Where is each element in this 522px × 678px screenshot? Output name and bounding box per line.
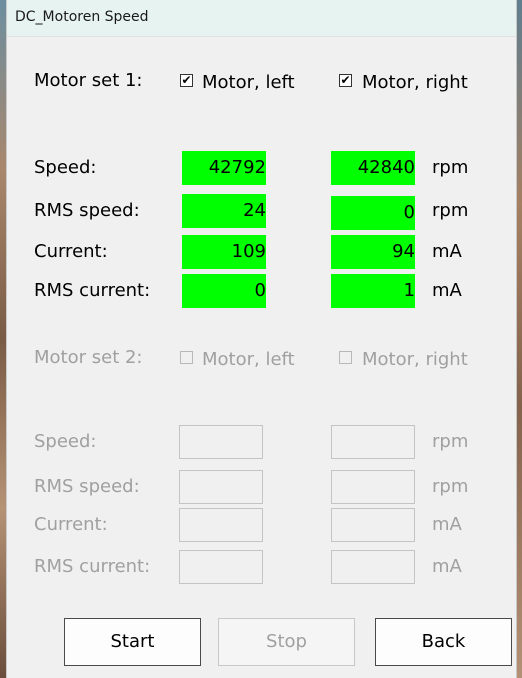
set2-rms-current-label: RMS current:: [34, 556, 151, 577]
set2-current-right-value[interactable]: [331, 508, 415, 542]
window-title: DC_Motoren Speed: [15, 9, 149, 25]
set2-rms-speed-unit: rpm: [432, 476, 469, 497]
current-left-value[interactable]: 109: [182, 235, 266, 269]
speed-label: Speed:: [34, 157, 97, 178]
motor-set-2-left-checkbox[interactable]: [180, 351, 193, 364]
set2-rms-speed-right-value[interactable]: [331, 470, 415, 504]
rms-speed-label: RMS speed:: [34, 200, 140, 221]
current-unit: mA: [432, 241, 462, 262]
set2-current-unit: mA: [432, 514, 462, 535]
start-button[interactable]: Start: [64, 618, 201, 666]
dc-motoren-speed-window: DC_Motoren Speed Motor set 1: ✔ Motor, l…: [6, 0, 517, 678]
set2-speed-label: Speed:: [34, 431, 97, 452]
set2-rms-speed-label: RMS speed:: [34, 476, 140, 497]
set2-rms-current-right-value[interactable]: [331, 550, 415, 584]
motor-set-2-right-checkbox[interactable]: [339, 351, 352, 364]
motor-set-1-right-checkbox[interactable]: ✔: [339, 74, 352, 87]
motor-set-2-label: Motor set 2:: [34, 347, 143, 368]
rms-speed-right-value[interactable]: 0: [331, 196, 415, 230]
motor-set-1-label: Motor set 1:: [34, 70, 143, 91]
set2-speed-unit: rpm: [432, 431, 469, 452]
set2-rms-speed-left-value[interactable]: [179, 470, 263, 504]
set2-rms-current-unit: mA: [432, 556, 462, 577]
check-icon: ✔: [181, 73, 192, 87]
rms-current-unit: mA: [432, 280, 462, 301]
set2-speed-left-value[interactable]: [179, 425, 263, 459]
current-right-value[interactable]: 94: [331, 235, 415, 269]
title-bar[interactable]: DC_Motoren Speed: [7, 0, 516, 37]
rms-current-left-value[interactable]: 0: [182, 274, 266, 308]
set2-rms-current-left-value[interactable]: [179, 550, 263, 584]
desktop-background-right: [517, 0, 522, 678]
motor-set-2-right-label[interactable]: Motor, right: [362, 349, 468, 370]
set2-current-left-value[interactable]: [179, 508, 263, 542]
rms-speed-left-value[interactable]: 24: [182, 194, 266, 228]
speed-unit: rpm: [432, 157, 469, 178]
motor-set-1-left-label[interactable]: Motor, left: [202, 72, 295, 93]
motor-set-1-left-checkbox[interactable]: ✔: [180, 74, 193, 87]
speed-right-value[interactable]: 42840: [331, 151, 415, 185]
current-label: Current:: [34, 241, 108, 262]
motor-set-2-left-label[interactable]: Motor, left: [202, 349, 295, 370]
stop-button[interactable]: Stop: [218, 618, 355, 666]
speed-left-value[interactable]: 42792: [182, 151, 266, 185]
back-button[interactable]: Back: [375, 618, 512, 666]
rms-current-label: RMS current:: [34, 280, 151, 301]
set2-current-label: Current:: [34, 514, 108, 535]
rms-current-right-value[interactable]: 1: [331, 274, 415, 308]
motor-set-1-right-label[interactable]: Motor, right: [362, 72, 468, 93]
check-icon: ✔: [340, 73, 351, 87]
set2-speed-right-value[interactable]: [331, 425, 415, 459]
rms-speed-unit: rpm: [432, 200, 469, 221]
